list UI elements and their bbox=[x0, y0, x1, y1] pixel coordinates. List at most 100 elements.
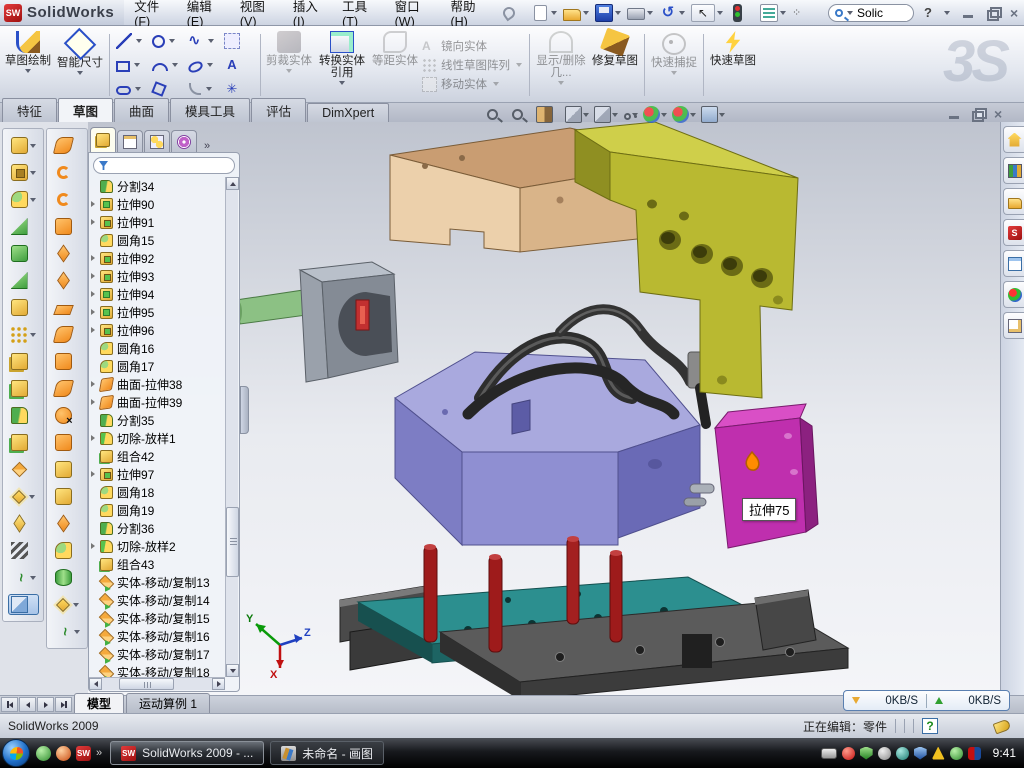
linear-pattern-icon[interactable] bbox=[10, 326, 28, 344]
gray-tray-icon[interactable] bbox=[878, 747, 891, 760]
ribbon-tab[interactable]: 草图 bbox=[58, 98, 113, 122]
dropdown-arrow-icon[interactable] bbox=[169, 39, 175, 43]
section-view-icon[interactable] bbox=[536, 106, 553, 123]
delete-face-icon[interactable] bbox=[55, 407, 72, 424]
tree-item[interactable]: 切除-放样1 bbox=[91, 429, 225, 447]
camera-icon[interactable] bbox=[701, 106, 718, 123]
curve-icon[interactable]: ~ bbox=[11, 569, 28, 586]
task-button[interactable]: SW SolidWorks 2009 - ... bbox=[110, 741, 264, 765]
dropdown-arrow-icon[interactable] bbox=[780, 11, 786, 15]
spline-icon[interactable]: ∿ bbox=[188, 33, 204, 49]
tree-item[interactable]: 组合42 bbox=[91, 447, 225, 465]
tree-item[interactable]: 实体-移动/复制18 bbox=[91, 663, 225, 677]
fillet-icon[interactable] bbox=[11, 191, 28, 208]
dropdown-arrow-icon[interactable] bbox=[690, 113, 696, 117]
tree-item[interactable]: 拉伸91 bbox=[91, 213, 225, 231]
shield-tray-icon[interactable] bbox=[914, 747, 927, 760]
tree-item[interactable]: 实体-移动/复制16 bbox=[91, 627, 225, 645]
planar-surface-icon[interactable] bbox=[53, 305, 74, 315]
tree-item[interactable]: 分割34 bbox=[91, 177, 225, 195]
expander-icon[interactable] bbox=[91, 435, 100, 441]
document-tab[interactable]: 运动算例 1 bbox=[126, 693, 210, 713]
updater-tray-icon[interactable] bbox=[950, 747, 963, 760]
expander-icon[interactable] bbox=[91, 543, 100, 549]
close-document-icon[interactable]: × bbox=[994, 108, 1008, 120]
wrap-icon[interactable] bbox=[11, 299, 28, 316]
extruded-boss-icon[interactable] bbox=[11, 137, 28, 154]
view-orientation-icon[interactable] bbox=[565, 106, 582, 123]
dropdown-arrow-icon[interactable] bbox=[551, 11, 557, 15]
tree-item[interactable]: 组合43 bbox=[91, 555, 225, 573]
dropdown-arrow-icon[interactable] bbox=[206, 87, 212, 91]
dropdown-arrow-icon[interactable] bbox=[661, 113, 667, 117]
task-pane-tab[interactable] bbox=[1003, 250, 1024, 277]
rectangle-icon[interactable] bbox=[116, 61, 130, 72]
sketch-button[interactable]: 草图绘制 bbox=[2, 28, 54, 102]
clamp-plate[interactable] bbox=[575, 122, 798, 398]
dropdown-arrow-icon[interactable] bbox=[207, 63, 213, 67]
tree-filter-box[interactable] bbox=[93, 157, 235, 174]
mirror-icon[interactable] bbox=[11, 353, 28, 370]
slide-unit[interactable] bbox=[234, 262, 398, 382]
task-pane-tab[interactable] bbox=[1003, 126, 1024, 153]
scroll-down-button[interactable] bbox=[226, 664, 239, 677]
expander-icon[interactable] bbox=[91, 327, 100, 333]
expander-icon[interactable] bbox=[91, 255, 100, 261]
thicken-icon[interactable] bbox=[55, 488, 72, 505]
ribbon-tab[interactable]: DimXpert bbox=[307, 103, 389, 122]
tree-item[interactable]: 圆角18 bbox=[91, 483, 225, 501]
ribbon-tab[interactable]: 特征 bbox=[2, 98, 57, 122]
close-app-icon[interactable]: × bbox=[1010, 7, 1024, 19]
security-alert-tray-icon[interactable] bbox=[842, 747, 855, 760]
dropdown-arrow-icon[interactable] bbox=[134, 63, 140, 67]
expander-icon[interactable] bbox=[91, 471, 100, 477]
surface-fillet-icon[interactable] bbox=[55, 542, 72, 559]
intersection-curve-icon[interactable] bbox=[12, 489, 26, 503]
sketch-text-icon[interactable]: A bbox=[224, 57, 240, 73]
open-icon[interactable] bbox=[563, 9, 581, 21]
last-tab-button[interactable] bbox=[55, 697, 72, 712]
tree-item[interactable]: 分割36 bbox=[91, 519, 225, 537]
help-icon[interactable]: ? bbox=[924, 5, 932, 20]
tree-item[interactable]: 圆角17 bbox=[91, 357, 225, 375]
start-button[interactable] bbox=[2, 739, 30, 767]
propertymanager-tab[interactable] bbox=[117, 130, 143, 152]
draft-icon[interactable] bbox=[11, 272, 28, 289]
quick-launch-green-icon[interactable] bbox=[36, 746, 51, 761]
slot-icon[interactable] bbox=[116, 86, 131, 95]
select-icon[interactable]: ↖ bbox=[691, 4, 715, 22]
revolved-surface-icon[interactable] bbox=[57, 166, 70, 179]
repair-sketch-button[interactable]: 修复草图 bbox=[589, 28, 641, 102]
combine-icon[interactable] bbox=[11, 434, 28, 451]
zoom-area-icon[interactable] bbox=[512, 109, 523, 120]
expander-icon[interactable] bbox=[91, 291, 100, 297]
search-box[interactable] bbox=[828, 4, 914, 22]
tree-item[interactable]: 拉伸93 bbox=[91, 267, 225, 285]
scene-icon[interactable] bbox=[672, 106, 689, 123]
replace-face-icon[interactable] bbox=[55, 434, 72, 451]
side-core-block[interactable] bbox=[715, 404, 818, 548]
pattern-box-icon[interactable] bbox=[224, 33, 240, 49]
dimxpertmanager-tab[interactable] bbox=[171, 130, 197, 152]
trim-surface-icon[interactable] bbox=[57, 271, 70, 289]
tree-item[interactable]: 切除-放样2 bbox=[91, 537, 225, 555]
display-style-icon[interactable] bbox=[594, 106, 611, 123]
expander-icon[interactable] bbox=[91, 309, 100, 315]
save-icon[interactable] bbox=[595, 4, 613, 22]
sketch-fillet-icon[interactable] bbox=[189, 83, 201, 95]
expander-icon[interactable] bbox=[91, 201, 100, 207]
scroll-up-button[interactable] bbox=[226, 177, 239, 190]
featuremanager-tab[interactable] bbox=[90, 127, 116, 152]
boundary-surface-icon[interactable] bbox=[55, 218, 72, 235]
tree-item[interactable]: 拉伸94 bbox=[91, 285, 225, 303]
tree-item[interactable]: 拉伸95 bbox=[91, 303, 225, 321]
print-icon[interactable] bbox=[627, 8, 645, 20]
ellipse-icon[interactable] bbox=[187, 59, 205, 74]
ribbon-tab[interactable]: 模具工具 bbox=[170, 98, 250, 122]
rapid-sketch-button[interactable]: 快速草图 bbox=[707, 28, 759, 102]
dropdown-arrow-icon[interactable] bbox=[29, 495, 35, 499]
dropdown-arrow-icon[interactable] bbox=[25, 69, 31, 73]
dropdown-arrow-icon[interactable] bbox=[30, 576, 36, 580]
reference-axis-icon[interactable] bbox=[11, 542, 28, 559]
dropdown-arrow-icon[interactable] bbox=[719, 113, 725, 117]
